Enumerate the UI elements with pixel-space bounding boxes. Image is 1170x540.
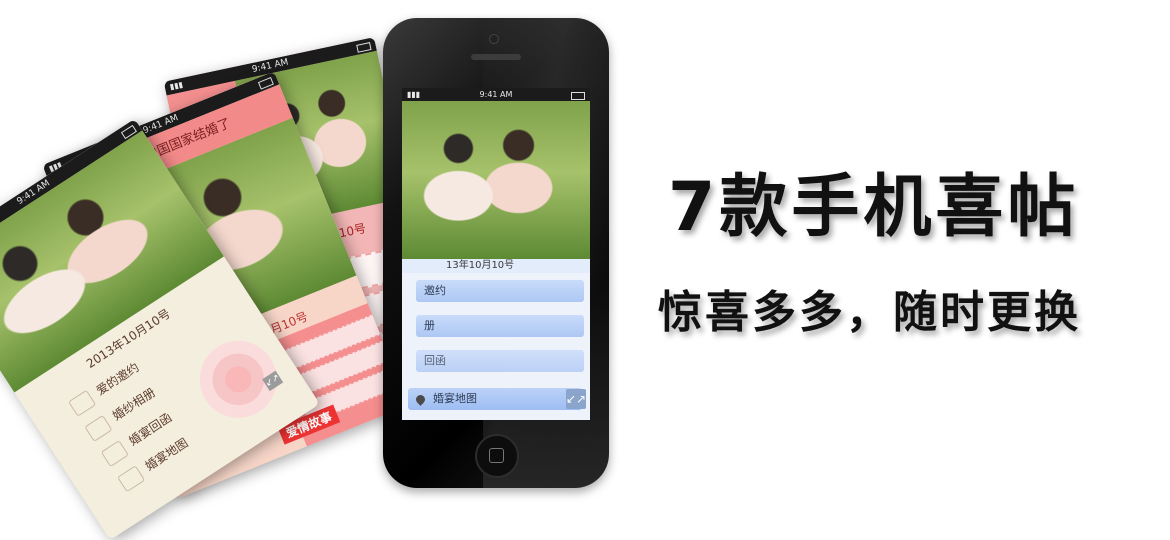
iphone-device: ▮▮▮ 9:41 AM 13年10月10号 邀约 册 回函 婚宴地图 ↙↗ (383, 18, 609, 488)
teapot-icon (67, 389, 96, 417)
status-bar: ▮▮▮ 9:41 AM (402, 88, 590, 101)
promo-subline: 惊喜多多，随时更换 (658, 287, 1081, 338)
signal-icon: ▮▮▮ (407, 90, 421, 99)
battery-icon (356, 42, 372, 53)
home-button[interactable] (475, 434, 519, 478)
earpiece-speaker (471, 54, 521, 60)
battery-icon (571, 92, 585, 100)
expand-icon[interactable]: ↙↗ (566, 389, 586, 409)
wedding-photo (402, 101, 590, 259)
album-icon (84, 414, 113, 442)
phone-screen: ▮▮▮ 9:41 AM 13年10月10号 邀约 册 回函 婚宴地图 ↙↗ (402, 88, 590, 420)
album-button[interactable]: 册 (416, 315, 584, 337)
letter-icon (100, 439, 129, 467)
wedding-date: 13年10月10号 (402, 259, 590, 273)
invitation-button[interactable]: 邀约 (416, 280, 584, 302)
button-label: 册 (424, 319, 435, 332)
wedding-map-button[interactable]: 婚宴地图 (408, 388, 582, 410)
rsvp-button[interactable]: 回函 (416, 350, 584, 372)
button-label: 婚宴地图 (433, 392, 477, 405)
home-square-icon (489, 448, 504, 463)
map-icon (116, 464, 146, 492)
front-camera (489, 34, 499, 44)
button-label: 回函 (424, 354, 446, 367)
promo-headline: 7款手机喜帖 (668, 168, 1080, 247)
button-label: 邀约 (424, 284, 446, 297)
status-time: 9:41 AM (479, 90, 513, 99)
location-pin-icon (414, 392, 427, 406)
